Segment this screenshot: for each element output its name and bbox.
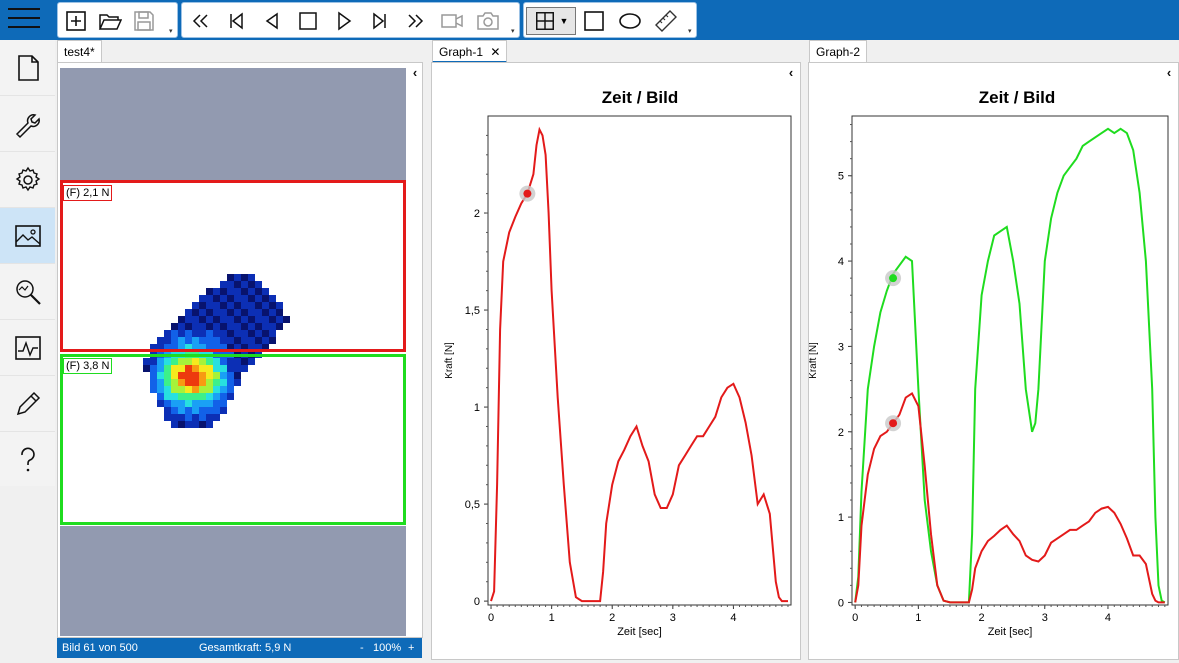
- y-tick-label: 1,5: [465, 305, 480, 317]
- rewind-icon[interactable]: [186, 7, 214, 35]
- roi-red-rectangle[interactable]: (F) 2,1 N: [60, 180, 406, 352]
- help-icon: [20, 447, 35, 472]
- pencil-icon: [16, 391, 40, 415]
- plot-area: [851, 115, 1169, 606]
- nav-background: [0, 486, 55, 663]
- tab-graph-1-label: Graph-1: [439, 45, 484, 59]
- x-tick-label: 4: [1105, 612, 1111, 624]
- zoom-in-button[interactable]: +: [408, 638, 414, 658]
- x-tick-label: 0: [488, 612, 494, 624]
- total-force: Gesamtkraft: 5,9 N: [199, 642, 292, 654]
- group-overflow-icon[interactable]: ▾: [511, 28, 517, 35]
- pressure-heatmap: [143, 274, 290, 428]
- chevron-left-icon[interactable]: ‹: [408, 66, 422, 80]
- image-icon: [14, 224, 41, 247]
- x-tick-label: 0: [852, 612, 858, 624]
- x-tick-label: 3: [1042, 612, 1048, 624]
- nav-item-chart[interactable]: [0, 320, 55, 376]
- series-line-1: [854, 391, 1165, 604]
- y-tick-label: 0,5: [465, 499, 480, 511]
- gear-icon: [15, 166, 40, 191]
- group-overflow-icon[interactable]: ▾: [169, 28, 175, 35]
- ellipse-icon[interactable]: [616, 7, 644, 35]
- step-back-icon[interactable]: [258, 7, 286, 35]
- open-icon[interactable]: [96, 7, 124, 35]
- playback-toolbar-group: ▾: [181, 2, 520, 38]
- roi-green-rectangle[interactable]: (F) 3,8 N: [60, 354, 406, 525]
- y-tick-label: 1: [838, 512, 844, 524]
- hamburger-menu-icon[interactable]: [8, 8, 40, 32]
- nav-item-edit[interactable]: [0, 376, 55, 432]
- close-icon[interactable]: ✕: [490, 45, 500, 59]
- chevron-down-icon: ▼: [559, 16, 569, 26]
- status-bar: Bild 61 von 500 Gesamtkraft: 5,9 N - 100…: [57, 638, 422, 658]
- tab-image[interactable]: test4*: [57, 40, 102, 63]
- y-tick-label: 1: [474, 402, 480, 414]
- nav-item-help[interactable]: [0, 432, 55, 488]
- x-axis-label: Zeit [sec]: [988, 626, 1033, 638]
- file-toolbar-group: ▾: [57, 2, 178, 38]
- skip-start-icon[interactable]: [222, 7, 250, 35]
- record-video-icon[interactable]: [438, 7, 466, 35]
- chart-icon: [14, 335, 41, 360]
- x-tick-label: 2: [978, 612, 984, 624]
- stop-icon[interactable]: [294, 7, 322, 35]
- zoom-level: 100%: [373, 642, 402, 654]
- fast-forward-icon[interactable]: [402, 7, 430, 35]
- skip-end-icon[interactable]: [366, 7, 394, 35]
- cursor-marker-point[interactable]: [523, 189, 532, 198]
- cursor-marker-point[interactable]: [889, 274, 898, 283]
- tab-graph-1[interactable]: Graph-1 ✕: [432, 40, 508, 63]
- graph-2-chart[interactable]: 0 1 2 3 4 0 1 2 3 4 5 Zeit [sec] Kraft [N]: [809, 63, 1179, 659]
- draw-toolbar-group: ▼ ▾: [523, 2, 697, 38]
- x-tick-label: 3: [670, 612, 676, 624]
- zoom-out-button[interactable]: -: [360, 638, 364, 658]
- wrench-icon: [15, 113, 40, 138]
- frame-counter: Bild 61 von 500: [62, 642, 138, 654]
- tab-graph-2[interactable]: Graph-2: [809, 40, 868, 63]
- x-tick-label: 2: [609, 612, 615, 624]
- nav-item-configuration[interactable]: [0, 152, 55, 208]
- roi-red-label: (F) 2,1 N: [63, 185, 113, 201]
- pressure-image-view[interactable]: (F) 2,1 N (F) 3,8 N: [60, 68, 406, 636]
- top-toolbar: ▾ ▾ ▼ ▾: [0, 0, 1179, 40]
- x-tick-label: 1: [915, 612, 921, 624]
- y-tick-label: 2: [838, 427, 844, 439]
- x-tick-label: 4: [730, 612, 736, 624]
- y-tick-label: 2: [474, 208, 480, 220]
- group-overflow-icon[interactable]: ▾: [688, 28, 694, 35]
- series-line-0: [490, 126, 788, 603]
- play-icon[interactable]: [330, 7, 358, 35]
- y-tick-label: 5: [838, 171, 844, 183]
- y-tick-label: 0: [838, 597, 844, 609]
- save-icon[interactable]: [130, 7, 158, 35]
- ruler-icon[interactable]: [652, 7, 680, 35]
- graph-1-chart[interactable]: 0 1 2 3 400,511,52Zeit [sec]Kraft [N]: [432, 63, 802, 659]
- nav-item-analyze[interactable]: [0, 264, 55, 320]
- document-icon: [17, 54, 39, 81]
- y-tick-label: 0: [474, 596, 480, 608]
- cursor-marker-point[interactable]: [889, 419, 898, 428]
- rectangle-icon[interactable]: [580, 7, 608, 35]
- nav-item-image[interactable]: [0, 208, 55, 264]
- left-nav: [0, 40, 55, 486]
- y-axis-label: Kraft [N]: [444, 342, 455, 379]
- graph-2-panel: ‹ Zeit / Bild 0 1 2 3 4 0 1 2 3 4 5 Zeit [sec] Kraft…: [808, 62, 1179, 660]
- y-axis-label: Kraft [N]: [809, 342, 819, 379]
- analyze-icon: [15, 279, 41, 305]
- nav-item-settings-tool[interactable]: [0, 96, 55, 152]
- x-tick-label: 1: [549, 612, 555, 624]
- y-tick-label: 3: [838, 341, 844, 353]
- new-icon[interactable]: [62, 7, 90, 35]
- grid-dropdown-button[interactable]: ▼: [526, 7, 576, 35]
- graph-1-panel: ‹ Zeit / Bild 0 1 2 3 4 0 0,5 1 1,5 2 Zeit [sec] Kr…: [431, 62, 801, 660]
- roi-green-label: (F) 3,8 N: [63, 358, 113, 374]
- snapshot-icon[interactable]: [474, 7, 502, 35]
- nav-item-document[interactable]: [0, 40, 55, 96]
- y-tick-label: 4: [838, 256, 844, 268]
- x-axis-label: Zeit [sec]: [617, 626, 662, 638]
